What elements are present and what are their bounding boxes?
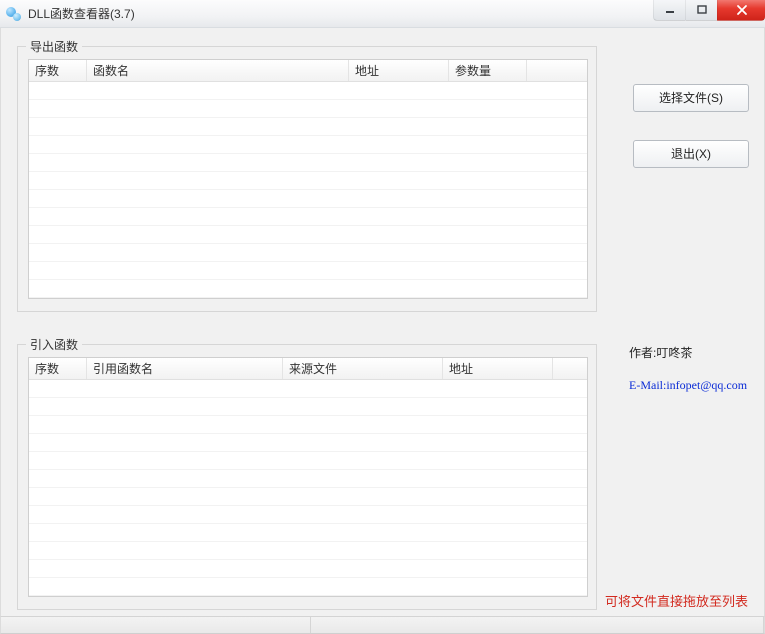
table-row xyxy=(29,578,587,596)
export-group: 导出函数 序数 函数名 地址 参数量 xyxy=(17,46,597,312)
table-row xyxy=(29,262,587,280)
drag-hint-label: 可将文件直接拖放至列表 xyxy=(605,591,748,610)
table-row xyxy=(29,154,587,172)
maximize-icon xyxy=(697,5,707,15)
table-row xyxy=(29,488,587,506)
export-col-addr[interactable]: 地址 xyxy=(349,60,449,81)
export-col-name[interactable]: 函数名 xyxy=(87,60,349,81)
import-group: 引入函数 序数 引用函数名 来源文件 地址 xyxy=(17,344,597,610)
table-row xyxy=(29,470,587,488)
table-row xyxy=(29,82,587,100)
table-row xyxy=(29,190,587,208)
table-row xyxy=(29,172,587,190)
table-row xyxy=(29,434,587,452)
table-row xyxy=(29,506,587,524)
export-col-spacer[interactable] xyxy=(527,60,587,81)
status-pane-2 xyxy=(311,617,764,633)
table-row xyxy=(29,118,587,136)
minimize-icon xyxy=(665,5,675,15)
import-legend: 引入函数 xyxy=(26,336,82,353)
table-row xyxy=(29,560,587,578)
import-table-body[interactable] xyxy=(29,380,587,598)
import-col-source[interactable]: 来源文件 xyxy=(283,358,443,379)
close-icon xyxy=(736,4,748,16)
table-row xyxy=(29,208,587,226)
import-col-seq[interactable]: 序数 xyxy=(29,358,87,379)
exit-button[interactable]: 退出(X) xyxy=(633,140,749,168)
title-bar: DLL函数查看器(3.7) xyxy=(0,0,765,28)
table-row xyxy=(29,100,587,118)
table-row xyxy=(29,452,587,470)
import-col-addr[interactable]: 地址 xyxy=(443,358,553,379)
table-row xyxy=(29,398,587,416)
import-col-spacer[interactable] xyxy=(553,358,587,379)
table-row xyxy=(29,226,587,244)
window-title: DLL函数查看器(3.7) xyxy=(28,5,135,22)
export-legend: 导出函数 xyxy=(26,38,82,55)
import-table-header: 序数 引用函数名 来源文件 地址 xyxy=(29,358,587,380)
status-pane-1 xyxy=(1,617,311,633)
table-row xyxy=(29,524,587,542)
email-label: E-Mail:infopet@qq.com xyxy=(629,378,747,393)
export-table-body[interactable] xyxy=(29,82,587,300)
export-table-header: 序数 函数名 地址 参数量 xyxy=(29,60,587,82)
app-icon xyxy=(6,6,22,22)
table-row xyxy=(29,542,587,560)
window-controls xyxy=(653,0,765,21)
table-row xyxy=(29,416,587,434)
import-col-name[interactable]: 引用函数名 xyxy=(87,358,283,379)
table-row xyxy=(29,244,587,262)
minimize-button[interactable] xyxy=(653,0,685,21)
export-col-params[interactable]: 参数量 xyxy=(449,60,527,81)
client-area: 导出函数 序数 函数名 地址 参数量 xyxy=(0,28,765,616)
close-button[interactable] xyxy=(717,0,765,21)
table-row xyxy=(29,280,587,298)
import-table[interactable]: 序数 引用函数名 来源文件 地址 xyxy=(28,357,588,597)
export-col-seq[interactable]: 序数 xyxy=(29,60,87,81)
maximize-button[interactable] xyxy=(685,0,717,21)
status-bar xyxy=(0,616,765,634)
export-table[interactable]: 序数 函数名 地址 参数量 xyxy=(28,59,588,299)
select-file-button[interactable]: 选择文件(S) xyxy=(633,84,749,112)
table-row xyxy=(29,136,587,154)
table-row xyxy=(29,380,587,398)
author-label: 作者:叮咚茶 xyxy=(629,344,692,361)
